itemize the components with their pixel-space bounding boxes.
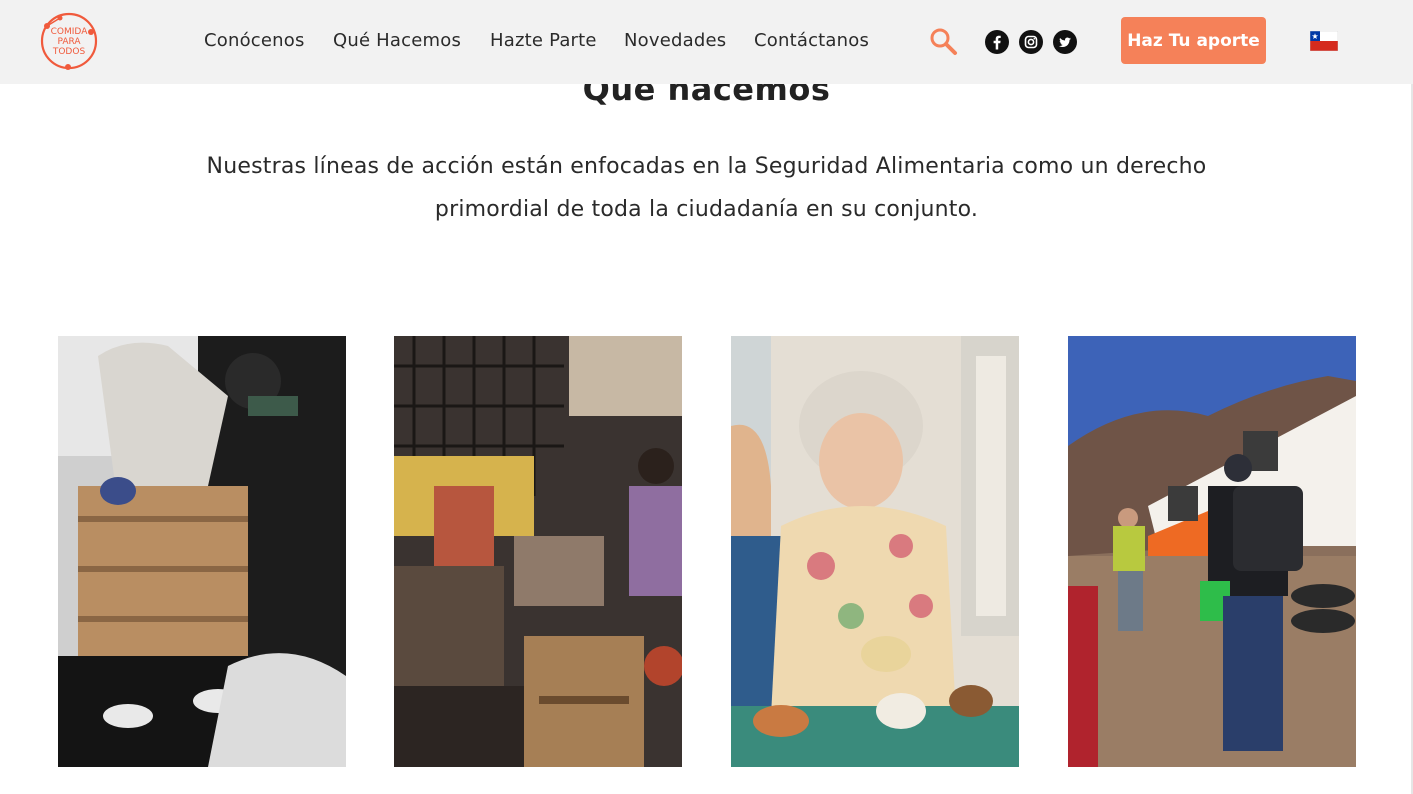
- site-header: COMIDA PARA TODOS Conócenos Qué Hacemos …: [0, 0, 1413, 84]
- nav-que-hacemos[interactable]: Qué Hacemos: [333, 30, 461, 51]
- nav-hazte-parte[interactable]: Hazte Parte: [490, 30, 597, 51]
- chile-flag-icon[interactable]: [1310, 31, 1338, 51]
- search-icon: [930, 28, 957, 55]
- kitchen-photo: [731, 336, 1019, 767]
- delivery-photo: [1068, 336, 1356, 767]
- logo-line-2: PARA: [57, 37, 81, 47]
- twitter-icon[interactable]: [1053, 30, 1077, 54]
- facebook-icon[interactable]: [985, 30, 1009, 54]
- action-card-volunteers[interactable]: [58, 336, 346, 767]
- search-button[interactable]: [926, 24, 960, 58]
- nav-conocenos[interactable]: Conócenos: [204, 30, 305, 51]
- instagram-icon[interactable]: [1019, 30, 1043, 54]
- volunteers-photo: [58, 336, 346, 767]
- market-stall-photo: [394, 336, 682, 767]
- section-intro: Nuestras líneas de acción están enfocada…: [206, 154, 1207, 222]
- action-card-kitchen[interactable]: [731, 336, 1019, 767]
- action-card-delivery[interactable]: [1068, 336, 1356, 767]
- nav-novedades[interactable]: Novedades: [624, 30, 726, 51]
- donate-button[interactable]: Haz Tu aporte: [1121, 17, 1266, 64]
- logo-line-1: COMIDA: [51, 27, 89, 37]
- logo-line-3: TODOS: [52, 47, 86, 57]
- action-card-market[interactable]: [394, 336, 682, 767]
- nav-contactanos[interactable]: Contáctanos: [754, 30, 869, 51]
- comida-para-todos-logo[interactable]: COMIDA PARA TODOS: [38, 10, 100, 72]
